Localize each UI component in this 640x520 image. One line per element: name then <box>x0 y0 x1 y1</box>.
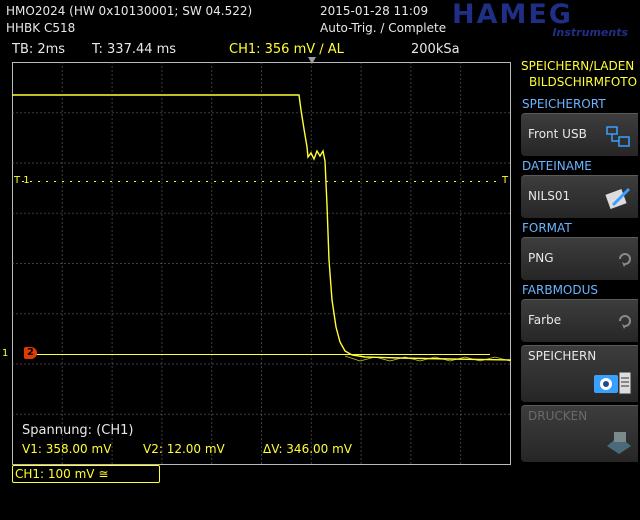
graticule-lines <box>12 62 511 465</box>
measurement-title: Spannung: (CH1) <box>22 423 134 438</box>
printer-icon <box>605 430 633 460</box>
speicherort-value: Front USB <box>528 127 587 141</box>
cursor-v1: V1: 358.00 mV <box>22 442 112 456</box>
scope-display <box>12 57 512 465</box>
logo-sub: Instruments <box>552 26 628 39</box>
speicherort-title: SPEICHERORT <box>522 97 606 111</box>
save-label: SPEICHERN <box>528 349 597 363</box>
format-value: PNG <box>528 251 554 265</box>
dateiname-value: NILS01 <box>528 189 571 203</box>
print-label: DRUCKEN <box>528 409 588 423</box>
cursor-delta-v: ΔV: 346.00 mV <box>263 442 352 456</box>
dateiname-button[interactable]: NILS01 <box>521 175 638 218</box>
datetime: 2015-01-28 11:09 <box>320 4 429 18</box>
print-button[interactable]: DRUCKEN <box>521 405 638 462</box>
format-title: FORMAT <box>522 221 572 235</box>
cursor-v2: V2: 12.00 mV <box>143 442 225 456</box>
hameg-logo: HAMEG Instruments <box>452 0 638 39</box>
cycle-arrow-icon <box>617 251 633 271</box>
format-button[interactable]: PNG <box>521 237 638 280</box>
farbmodus-title: FARBMODUS <box>522 283 599 297</box>
farbmodus-value: Farbe <box>528 313 562 327</box>
camera-save-icon <box>593 370 633 400</box>
device-name: HHBK C518 <box>6 21 76 35</box>
ground-marker: 1 <box>2 348 9 359</box>
speicherort-button[interactable]: Front USB <box>521 113 638 156</box>
trigger-status: Auto-Trig. / Complete <box>320 21 447 35</box>
dateiname-title: DATEINAME <box>522 159 592 173</box>
trigger-level-marker: T 1 <box>14 175 30 186</box>
channel-marker[interactable]: 2 <box>24 347 37 359</box>
menu-title-line1: SPEICHERN/LADEN <box>521 59 635 73</box>
ch1-scale-box[interactable]: CH1: 100 mV ≅ <box>12 465 160 483</box>
file-edit-icon <box>603 185 633 217</box>
save-button[interactable]: SPEICHERN <box>521 345 638 402</box>
device-info: HMO2024 (HW 0x10130001; SW 04.522) <box>6 4 253 18</box>
menu-title-line2: BILDSCHIRMFOTO <box>529 75 638 89</box>
trigger-right-marker: T <box>502 175 509 186</box>
farbmodus-button[interactable]: Farbe <box>521 299 638 342</box>
cycle-arrow-icon <box>617 313 633 333</box>
usb-storage-icon <box>605 123 633 155</box>
